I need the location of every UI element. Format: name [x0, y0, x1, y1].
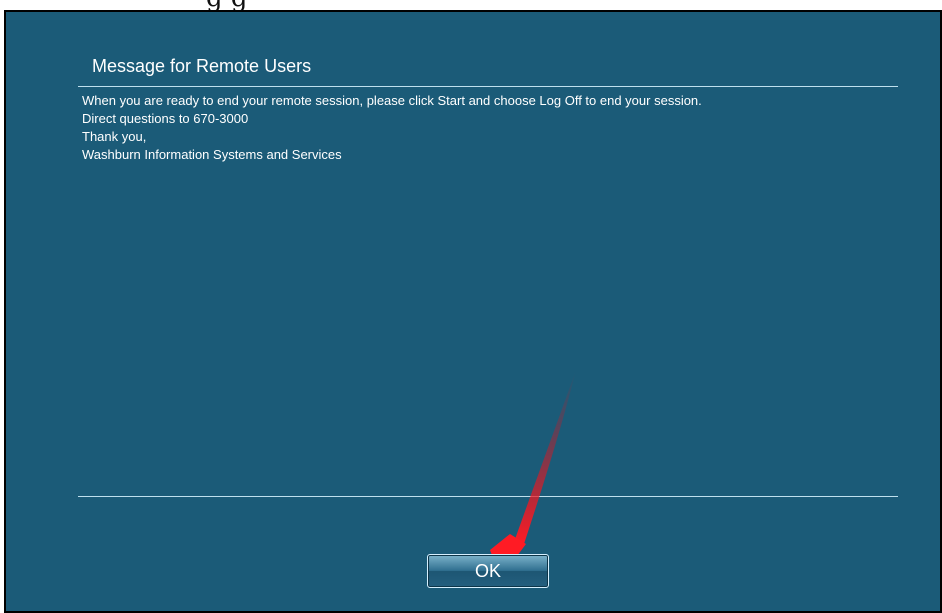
message-line-4: Washburn Information Systems and Service…: [82, 147, 342, 162]
dialog-title: Message for Remote Users: [92, 56, 312, 76]
remote-users-message-screen: Message for Remote Users When you are re…: [4, 10, 942, 613]
message-body: When you are ready to end your remote se…: [82, 92, 702, 164]
message-line-3: Thank you,: [82, 129, 147, 144]
ok-button[interactable]: OK: [427, 554, 549, 588]
message-line-1: When you are ready to end your remote se…: [82, 93, 702, 108]
message-line-2: Direct questions to 670-3000: [82, 111, 249, 126]
red-arrow-icon: [490, 370, 576, 566]
title-divider: [78, 86, 898, 87]
